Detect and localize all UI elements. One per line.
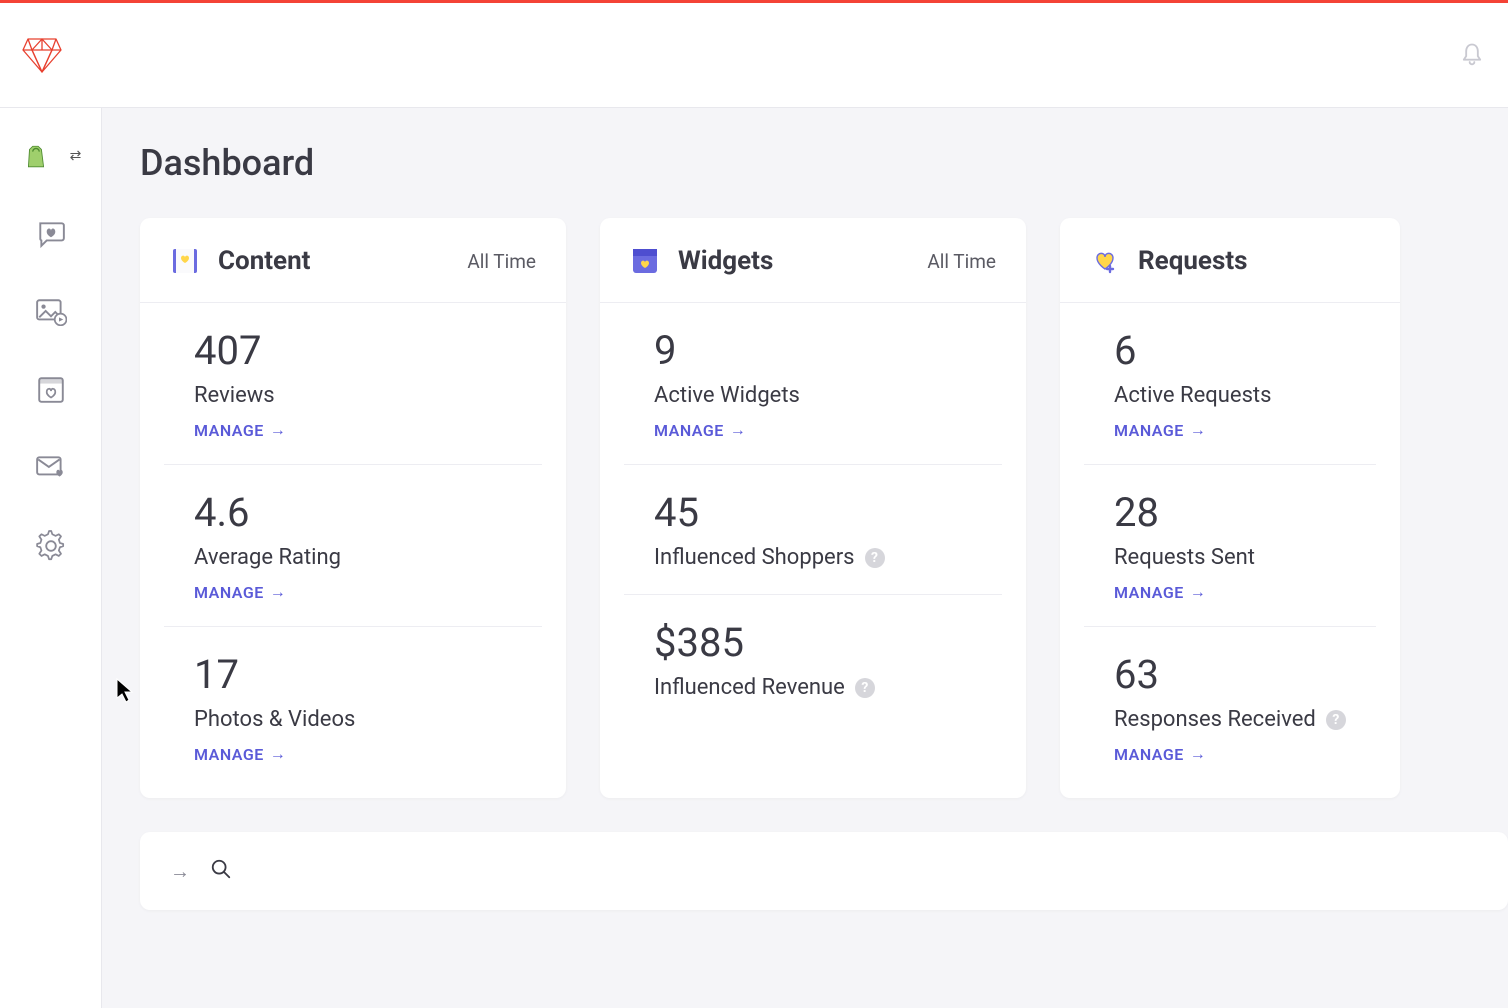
help-icon[interactable]: ?: [855, 678, 875, 698]
card-title: Content: [218, 246, 310, 276]
topbar: [0, 3, 1508, 108]
manage-rating-link[interactable]: MANAGE→: [194, 582, 286, 602]
arrow-right-icon: →: [270, 420, 287, 440]
dashboard-cards-row: Content All Time 407 Reviews MANAGE→ 4.6…: [140, 218, 1508, 798]
metric-active-requests: 6 Active Requests MANAGE→: [1084, 303, 1376, 465]
metric-value: 63: [1114, 653, 1346, 697]
sidebar-item-settings[interactable]: [35, 530, 67, 562]
manage-reviews-link[interactable]: MANAGE→: [194, 420, 286, 440]
metric-requests-sent: 28 Requests Sent MANAGE→: [1084, 465, 1376, 627]
shopify-icon: [20, 140, 52, 172]
sidebar-item-store[interactable]: ⇄: [20, 140, 82, 172]
metric-label: Reviews: [194, 383, 275, 408]
metric-label: Average Rating: [194, 545, 341, 570]
card-widgets: Widgets All Time 9 Active Widgets MANAGE…: [600, 218, 1026, 798]
metric-average-rating: 4.6 Average Rating MANAGE→: [164, 465, 542, 627]
card-header-content: Content All Time: [140, 218, 566, 303]
arrow-right-icon: →: [730, 420, 747, 440]
logo-icon[interactable]: [20, 36, 64, 74]
card-range[interactable]: All Time: [927, 250, 996, 273]
sidebar: ⇄: [0, 108, 102, 1008]
metric-value: 6: [1114, 329, 1346, 373]
metric-value: 407: [194, 329, 512, 373]
card-content: Content All Time 407 Reviews MANAGE→ 4.6…: [140, 218, 566, 798]
metric-influenced-revenue: $385 Influenced Revenue ?: [624, 595, 1002, 734]
manage-media-link[interactable]: MANAGE→: [194, 744, 286, 764]
page-title: Dashboard: [140, 142, 1508, 184]
card-header-requests: Requests: [1060, 218, 1400, 303]
widgets-icon: [630, 246, 660, 276]
arrow-right-icon: →: [270, 582, 287, 602]
requests-icon: [1090, 246, 1120, 276]
metric-photos-videos: 17 Photos & Videos MANAGE→: [164, 627, 542, 798]
arrow-right-icon: →: [270, 744, 287, 764]
manage-active-requests-link[interactable]: MANAGE→: [1114, 420, 1206, 440]
switch-icon[interactable]: ⇄: [70, 148, 82, 164]
card-title: Requests: [1138, 246, 1247, 276]
arrow-right-icon: →: [1190, 420, 1207, 440]
metric-value: 45: [654, 491, 972, 535]
card-header-widgets: Widgets All Time: [600, 218, 1026, 303]
sidebar-item-media[interactable]: [35, 296, 67, 328]
manage-widgets-link[interactable]: MANAGE→: [654, 420, 746, 440]
card-range[interactable]: All Time: [467, 250, 536, 273]
metric-label: Responses Received: [1114, 707, 1316, 732]
card-requests: Requests 6 Active Requests MANAGE→ 28 Re…: [1060, 218, 1400, 798]
help-icon[interactable]: ?: [865, 548, 885, 568]
help-icon[interactable]: ?: [1326, 710, 1346, 730]
metric-label: Influenced Shoppers: [654, 545, 855, 570]
sidebar-item-widgets[interactable]: [35, 374, 67, 406]
content-icon: [170, 246, 200, 276]
manage-requests-sent-link[interactable]: MANAGE→: [1114, 582, 1206, 602]
card-title: Widgets: [678, 246, 773, 276]
metric-influenced-shoppers: 45 Influenced Shoppers ?: [624, 465, 1002, 595]
arrow-right-icon: →: [1190, 582, 1207, 602]
metric-value: 17: [194, 653, 512, 697]
metric-label: Influenced Revenue: [654, 675, 845, 700]
metric-reviews: 407 Reviews MANAGE→: [164, 303, 542, 465]
metric-active-widgets: 9 Active Widgets MANAGE→: [624, 303, 1002, 465]
metric-label: Active Requests: [1114, 383, 1271, 408]
metric-value: 4.6: [194, 491, 512, 535]
metric-label: Active Widgets: [654, 383, 800, 408]
manage-responses-link[interactable]: MANAGE→: [1114, 744, 1206, 764]
metric-label: Requests Sent: [1114, 545, 1255, 570]
arrow-right-icon: →: [170, 859, 190, 884]
magnifier-icon: [210, 858, 232, 884]
arrow-right-icon: →: [1190, 744, 1207, 764]
metric-value: 28: [1114, 491, 1346, 535]
secondary-section: →: [140, 832, 1508, 910]
main-content: Dashboard Content A: [102, 108, 1508, 1008]
notifications-bell-icon[interactable]: [1456, 39, 1488, 71]
metric-value: $385: [654, 621, 972, 665]
metric-value: 9: [654, 329, 972, 373]
metric-label: Photos & Videos: [194, 707, 355, 732]
metric-responses-received: 63 Responses Received ? MANAGE→: [1084, 627, 1376, 798]
sidebar-item-requests[interactable]: [35, 452, 67, 484]
sidebar-item-reviews[interactable]: [35, 218, 67, 250]
